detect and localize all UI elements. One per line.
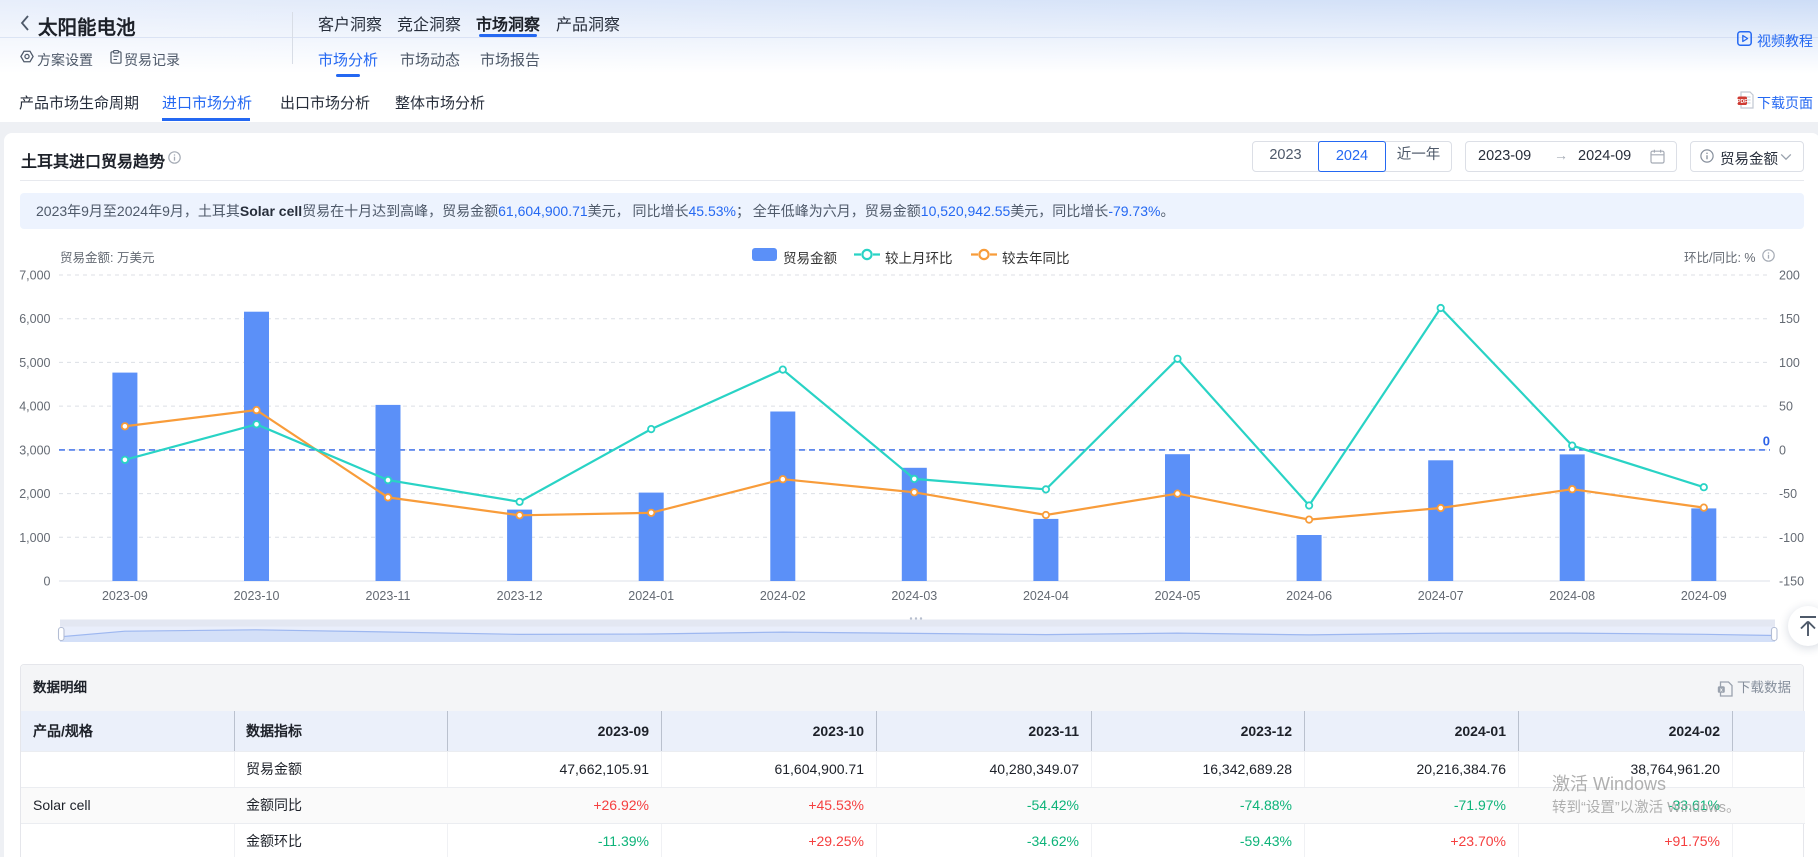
svg-text:PDF: PDF <box>1737 99 1747 105</box>
svg-text:x: x <box>1720 687 1723 693</box>
